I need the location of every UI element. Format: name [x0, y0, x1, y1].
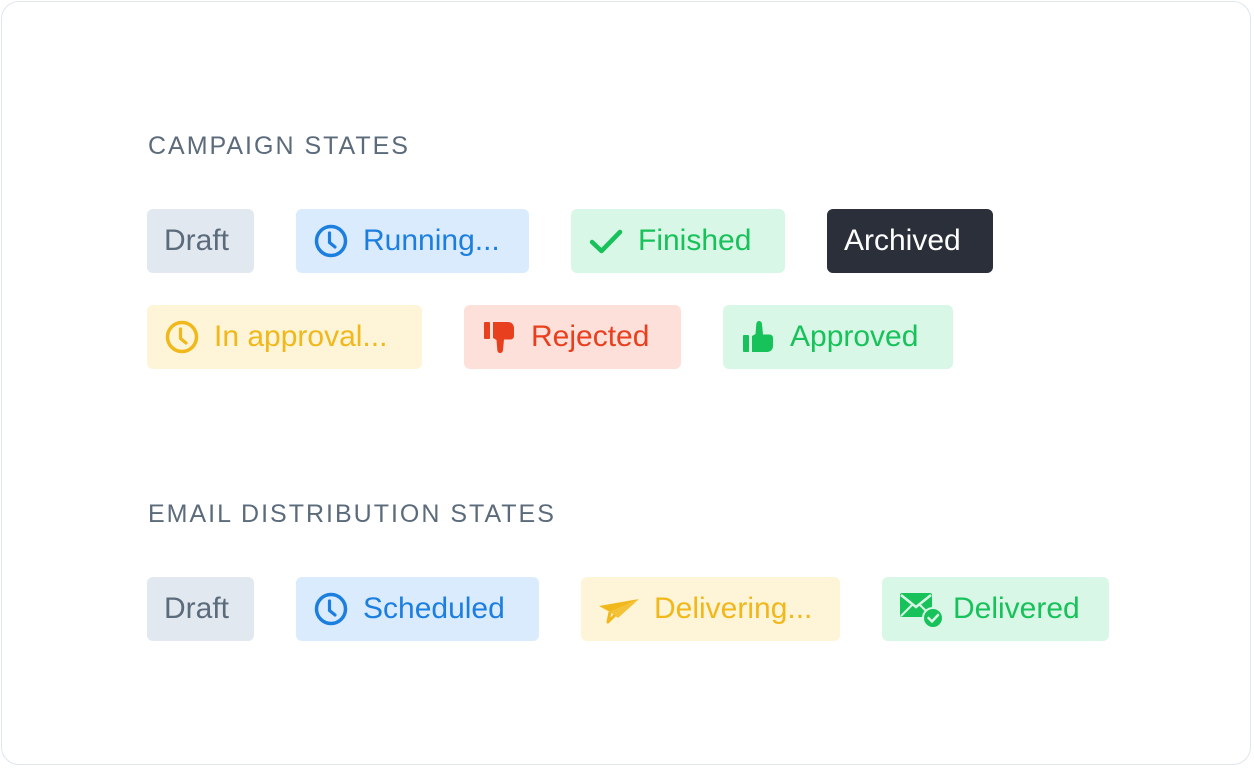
campaign-badge-draft: Draft: [147, 209, 254, 273]
badge-label: Rejected: [531, 320, 650, 353]
clock-icon: [164, 319, 200, 355]
badge-label: In approval...: [214, 320, 388, 353]
badge-label: Draft: [164, 224, 230, 257]
badge-label: Approved: [790, 320, 919, 353]
campaign-badge-rejected: Rejected: [464, 305, 681, 369]
paper-plane-icon: [598, 591, 640, 627]
clock-icon: [313, 591, 349, 627]
badge-label: Delivered: [953, 592, 1080, 625]
campaign-badge-in-approval: In approval...: [147, 305, 422, 369]
clock-icon: [313, 223, 349, 259]
envelope-check-icon: [899, 591, 943, 628]
email-states-title: EMAIL DISTRIBUTION STATES: [148, 500, 556, 528]
email-badge-delivered: Delivered: [882, 577, 1109, 641]
campaign-states-title: CAMPAIGN STATES: [148, 132, 410, 160]
badge-label: Running...: [363, 224, 500, 257]
badge-label: Draft: [164, 592, 230, 625]
campaign-badge-approved: Approved: [723, 305, 953, 369]
badge-label: Archived: [844, 224, 961, 257]
badge-label: Scheduled: [363, 592, 505, 625]
thumbs-down-icon: [481, 319, 517, 355]
thumbs-up-icon: [740, 319, 776, 355]
badge-label: Delivering...: [654, 592, 813, 625]
email-badge-scheduled: Scheduled: [296, 577, 539, 641]
campaign-badge-running: Running...: [296, 209, 529, 273]
checkmark-icon: [588, 223, 624, 259]
campaign-badge-finished: Finished: [571, 209, 785, 273]
states-card: CAMPAIGN STATES Draft Running... Finishe…: [1, 1, 1251, 765]
badge-label: Finished: [638, 224, 752, 257]
email-badge-draft: Draft: [147, 577, 254, 641]
email-badge-delivering: Delivering...: [581, 577, 840, 641]
campaign-badge-archived: Archived: [827, 209, 993, 273]
